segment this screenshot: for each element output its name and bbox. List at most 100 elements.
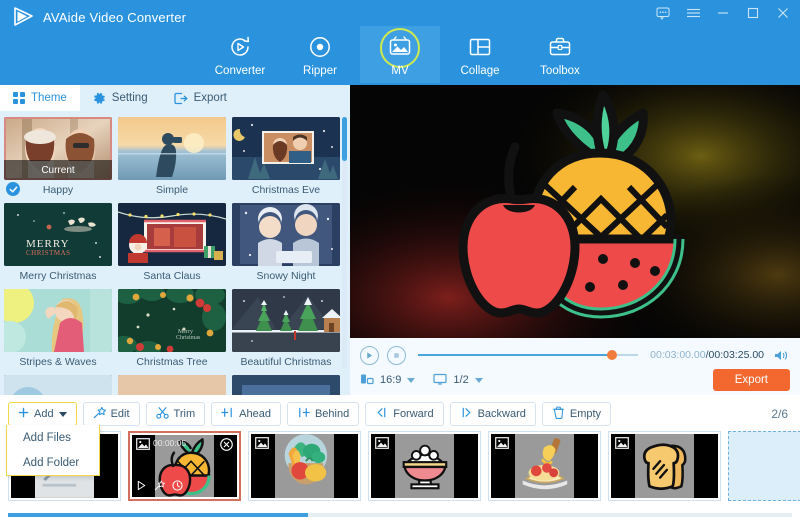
theme-item-partial-2[interactable]	[118, 375, 226, 395]
tab-theme[interactable]: Theme	[0, 85, 80, 111]
add-caret-icon[interactable]	[58, 411, 67, 417]
filmstrip-scrollbar[interactable]	[8, 513, 792, 517]
theme-item-santa-claus[interactable]: Santa Claus	[118, 203, 226, 285]
screen-split-control[interactable]: 1/2	[433, 372, 469, 389]
image-badge-icon	[375, 437, 389, 449]
menu-icon[interactable]	[684, 4, 702, 22]
clock-small-icon[interactable]	[172, 480, 183, 494]
export-button[interactable]: Export	[712, 369, 790, 391]
video-preview[interactable]	[350, 85, 800, 338]
theme-thumbnail[interactable]	[118, 203, 226, 266]
add-clip-placeholder[interactable]	[728, 431, 800, 501]
nav-tab-collage[interactable]: Collage	[440, 26, 520, 83]
clip-item[interactable]: 00:00:05	[128, 431, 241, 501]
player-controls: 00:03:00.00/00:03:25.00 16:9 1/2 Export	[350, 338, 800, 395]
theme-thumbnail[interactable]	[232, 289, 340, 352]
theme-item-merry-christmas[interactable]: MERRY CHRISTMAS Merry Christmas	[4, 203, 112, 285]
trim-button[interactable]: Trim	[145, 402, 206, 426]
empty-button-label: Empty	[569, 408, 602, 420]
forward-button[interactable]: Forward	[365, 402, 444, 426]
theme-row: Stripes & Waves Merry Christmas Christma…	[4, 289, 350, 371]
theme-scrollbar-thumb[interactable]	[342, 117, 347, 161]
add-button[interactable]: Add	[8, 402, 77, 426]
forward-button-label: Forward	[393, 408, 434, 420]
theme-thumbnail[interactable]: Current	[4, 117, 112, 180]
tab-label: Setting	[111, 92, 148, 104]
screen-split-caret-icon[interactable]	[474, 377, 483, 383]
feedback-icon[interactable]	[654, 4, 672, 22]
maximize-icon[interactable]	[744, 4, 762, 22]
aspect-ratio-control[interactable]: 16:9	[360, 372, 401, 389]
menu-item-add-folder[interactable]: Add Folder	[7, 450, 99, 475]
theme-thumbnail[interactable]	[118, 375, 226, 395]
tab-label: Theme	[31, 92, 67, 104]
theme-thumbnail[interactable]	[232, 203, 340, 266]
clip-item[interactable]	[248, 431, 361, 501]
add-dropdown-menu[interactable]: Add Files Add Folder	[6, 425, 100, 476]
theme-thumbnail[interactable]	[118, 117, 226, 180]
theme-thumbnail[interactable]	[232, 375, 340, 395]
monitor-icon	[433, 372, 448, 389]
clip-timecode: 00:00:05	[153, 438, 187, 448]
theme-item-simple[interactable]: Simple	[118, 117, 226, 199]
tab-export[interactable]: Export	[161, 85, 240, 111]
play-small-icon[interactable]	[136, 480, 147, 494]
tab-setting[interactable]: Setting	[80, 85, 161, 111]
play-button[interactable]	[360, 345, 379, 365]
menu-item-add-files[interactable]: Add Files	[7, 425, 99, 450]
clip-item[interactable]	[368, 431, 481, 501]
seek-slider[interactable]	[418, 348, 639, 362]
backward-button[interactable]: Backward	[449, 402, 536, 426]
filmstrip-scrollbar-thumb[interactable]	[8, 513, 308, 517]
ahead-button[interactable]: Ahead	[211, 402, 281, 426]
behind-button[interactable]: Behind	[286, 402, 360, 426]
edit-button[interactable]: Edit	[82, 402, 140, 426]
nav-tab-toolbox[interactable]: Toolbox	[520, 26, 600, 83]
stop-button[interactable]	[387, 345, 406, 365]
clip-item[interactable]	[608, 431, 721, 501]
move-backward-icon	[460, 406, 473, 422]
theme-item-stripes-waves[interactable]: Stripes & Waves	[4, 289, 112, 371]
empty-button[interactable]: Empty	[541, 402, 612, 426]
theme-item-snowy-night[interactable]: Snowy Night	[232, 203, 340, 285]
nav-tab-label: Toolbox	[540, 65, 580, 77]
aspect-ratio-caret-icon[interactable]	[407, 377, 416, 383]
grid-dots-icon	[13, 92, 25, 104]
theme-caption: Snowy Night	[232, 266, 340, 285]
player-transport-row: 00:03:00.00/00:03:25.00	[350, 343, 800, 367]
magic-wand-small-icon[interactable]	[154, 480, 165, 494]
nav-tab-mv[interactable]: MV	[360, 26, 440, 83]
remove-clip-icon[interactable]	[220, 438, 233, 454]
theme-item-christmas-tree[interactable]: Merry Christmas Christmas Tree	[118, 289, 226, 371]
theme-scrollbar[interactable]	[342, 117, 347, 369]
theme-thumbnail[interactable]	[4, 289, 112, 352]
theme-item-christmas-eve[interactable]: Christmas Eve	[232, 117, 340, 199]
clip-thumbnail	[611, 434, 718, 498]
speaker-icon[interactable]	[772, 349, 790, 362]
theme-item-partial-1[interactable]	[4, 375, 112, 395]
close-icon[interactable]	[774, 4, 792, 22]
theme-list[interactable]: Current Happy Simple Christmas Eve MERRY…	[0, 111, 350, 395]
theme-label: Santa Claus	[143, 269, 201, 282]
minimize-icon[interactable]	[714, 4, 732, 22]
clip-item[interactable]	[488, 431, 601, 501]
theme-caption: Simple	[118, 180, 226, 199]
clip-filmstrip[interactable]: 00:00:05	[0, 431, 800, 509]
nav-tab-converter[interactable]: Converter	[200, 26, 280, 83]
toolbox-icon	[547, 32, 573, 62]
fruit-illustration	[458, 90, 685, 319]
theme-thumbnail[interactable]	[4, 375, 112, 395]
move-forward-icon	[375, 406, 388, 422]
theme-thumbnail[interactable]: Merry Christmas	[118, 289, 226, 352]
theme-item-beautiful-christmas[interactable]: Beautiful Christmas	[232, 289, 340, 371]
theme-thumbnail[interactable]: MERRY CHRISTMAS	[4, 203, 112, 266]
theme-label: Happy	[42, 183, 74, 196]
nav-tab-ripper[interactable]: Ripper	[280, 26, 360, 83]
add-button-label: Add	[34, 408, 54, 420]
theme-thumbnail[interactable]	[232, 117, 340, 180]
seek-handle[interactable]	[606, 350, 617, 360]
current-time: 00:03:00.00	[650, 349, 706, 361]
timeline-toolbar: Add Edit Trim Ahead Behind Forward Backw…	[0, 401, 800, 427]
theme-item-partial-3[interactable]	[232, 375, 340, 395]
theme-item-happy[interactable]: Current Happy	[4, 117, 112, 199]
